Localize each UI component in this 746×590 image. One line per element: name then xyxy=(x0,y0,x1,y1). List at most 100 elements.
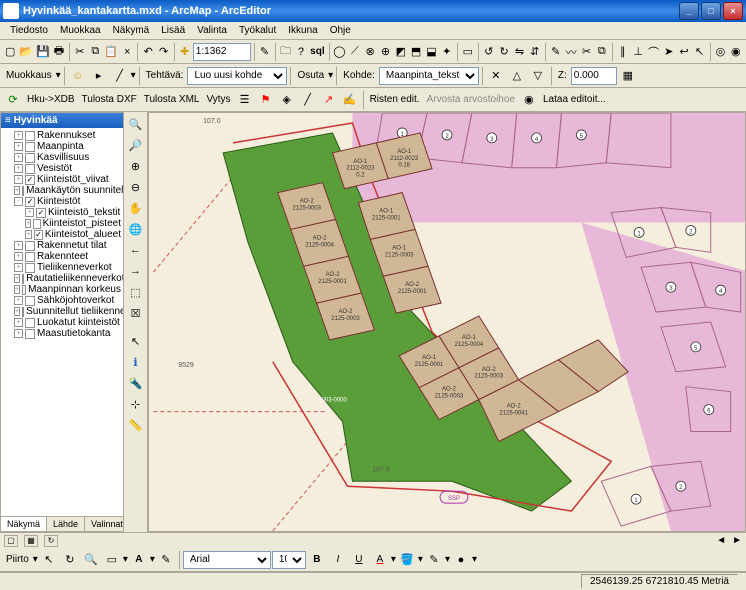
close-button[interactable]: × xyxy=(723,2,743,20)
visibility-checkbox[interactable] xyxy=(25,142,35,152)
lataa-button[interactable]: Lataa editoit... xyxy=(543,94,606,105)
visibility-checkbox[interactable] xyxy=(25,252,35,262)
tulosta-dxf-button[interactable]: Tulosta DXF xyxy=(82,94,137,105)
scale-combo[interactable] xyxy=(193,43,251,61)
expand-toggle[interactable]: + xyxy=(14,252,23,261)
redo-button[interactable]: ↷ xyxy=(156,42,170,62)
pan-icon[interactable]: ✋ xyxy=(126,198,146,218)
reshape-icon[interactable]: 〰 xyxy=(564,42,578,62)
load-icon[interactable]: ◉ xyxy=(519,90,539,110)
delete-button[interactable]: × xyxy=(120,42,134,62)
sketch-arrow-icon[interactable]: ▸ xyxy=(89,66,109,86)
toc-tab-lahde[interactable]: Lähde xyxy=(47,517,85,531)
layer-item[interactable]: +Kiinteistot_pisteet xyxy=(3,218,121,229)
dataframe-name[interactable]: Hyvinkää xyxy=(14,115,58,126)
toc-tab-nakyma[interactable]: Näkymä xyxy=(1,517,47,531)
menu-lisaa[interactable]: Lisää xyxy=(155,23,191,38)
menu-tyokalut[interactable]: Työkalut xyxy=(233,23,282,38)
trace-icon[interactable]: ⟋ xyxy=(348,42,362,62)
layer-item[interactable]: +Kasvillisuus xyxy=(3,152,121,163)
vytys-button[interactable]: Vytys xyxy=(206,94,230,105)
bold-button[interactable]: B xyxy=(307,550,327,570)
visibility-checkbox[interactable] xyxy=(25,153,35,163)
font-color-button[interactable]: A xyxy=(370,550,390,570)
menu-valinta[interactable]: Valinta xyxy=(191,23,233,38)
full-extent-icon[interactable]: 🌐 xyxy=(126,219,146,239)
fixed-zoom-out-icon[interactable]: ⊖ xyxy=(126,177,146,197)
visibility-checkbox[interactable] xyxy=(25,318,35,328)
rotate-right-icon[interactable]: ↻ xyxy=(497,42,511,62)
copy-button[interactable]: ⧉ xyxy=(88,42,102,62)
sketch-x-icon[interactable]: ✕ xyxy=(486,66,506,86)
layer-label[interactable]: Kiinteistot_alueet xyxy=(45,229,121,240)
visibility-checkbox[interactable]: ✓ xyxy=(34,230,43,240)
hkuxdb-button[interactable]: Hku->XDB xyxy=(27,94,75,105)
zoom-out-icon[interactable]: 🔎 xyxy=(126,135,146,155)
layer-label[interactable]: Luokatut kiinteistöt xyxy=(37,317,120,328)
layer-item[interactable]: +✓Kiinteistö_tekstit xyxy=(3,207,121,218)
expand-toggle[interactable]: + xyxy=(14,164,23,173)
visibility-checkbox[interactable]: ✓ xyxy=(25,197,35,207)
fixed-zoom-in-icon[interactable]: ⊕ xyxy=(126,156,146,176)
expand-toggle[interactable]: - xyxy=(14,197,23,206)
layer-label[interactable]: Kiinteistöt xyxy=(37,196,80,207)
visibility-checkbox[interactable] xyxy=(22,285,26,295)
identify-icon[interactable]: ℹ xyxy=(126,352,146,372)
clip-icon[interactable]: ◩ xyxy=(394,42,408,62)
visibility-checkbox[interactable] xyxy=(25,241,35,251)
visibility-checkbox[interactable] xyxy=(25,263,35,273)
draw-rotate-icon[interactable]: ↻ xyxy=(60,550,80,570)
menu-muokkaa[interactable]: Muokkaa xyxy=(54,23,107,38)
fill-color-button[interactable]: 🪣 xyxy=(397,550,417,570)
visibility-checkbox[interactable]: ✓ xyxy=(25,175,35,185)
visibility-checkbox[interactable] xyxy=(22,307,24,317)
split-icon[interactable]: ⬓ xyxy=(424,42,438,62)
layer-label[interactable]: Kiinteistöt_viivat xyxy=(37,174,109,185)
marker-color-button[interactable]: ● xyxy=(451,550,471,570)
layer-item[interactable]: +Maanpinta xyxy=(3,141,121,152)
rect-select-icon[interactable]: ▭ xyxy=(461,42,475,62)
layer-item[interactable]: +Rakennukset xyxy=(3,130,121,141)
visibility-checkbox[interactable] xyxy=(25,329,35,339)
menu-ikkuna[interactable]: Ikkuna xyxy=(282,23,323,38)
data-view-button[interactable]: ▢ xyxy=(4,535,18,547)
expand-toggle[interactable]: + xyxy=(25,230,32,239)
layer-item[interactable]: +Maankäytön suunnitelmat xyxy=(3,185,121,196)
expand-toggle[interactable]: + xyxy=(14,153,23,162)
find-icon[interactable]: 🔦 xyxy=(126,373,146,393)
add-data-button[interactable]: ✚ xyxy=(177,42,191,62)
expand-toggle[interactable]: + xyxy=(14,307,20,316)
expand-toggle[interactable]: + xyxy=(14,318,23,327)
explode-icon[interactable]: ✦ xyxy=(440,42,454,62)
layer-label[interactable]: Sähköjohtoverkot xyxy=(37,295,114,306)
select-elements-icon[interactable]: ↖ xyxy=(126,331,146,351)
union-icon[interactable]: ⊕ xyxy=(378,42,392,62)
draw-select-icon[interactable]: ↖ xyxy=(39,550,59,570)
paste-button[interactable]: 📋 xyxy=(103,42,119,62)
layer-item[interactable]: +Maanpinnan korkeus xyxy=(3,284,121,295)
layer-label[interactable]: Tieliikenneverkot xyxy=(37,262,112,273)
z-input[interactable] xyxy=(571,67,617,85)
stamp-icon[interactable]: ◈ xyxy=(277,90,297,110)
muokkaus-label[interactable]: Muokkaus xyxy=(6,70,52,81)
layer-label[interactable]: Kiinteistot_pisteet xyxy=(43,218,121,229)
layer-label[interactable]: Vesistöt xyxy=(37,163,72,174)
cut-poly-icon[interactable]: ✂ xyxy=(579,42,593,62)
select-features-icon[interactable]: ⬚ xyxy=(126,282,146,302)
map-view[interactable]: 1 2 3 4 5 1 2 3 4 5 6 1 xyxy=(148,112,746,532)
mirror-icon[interactable]: ⧉ xyxy=(595,42,609,62)
domain-icon[interactable]: ◎ xyxy=(713,42,727,62)
layer-item[interactable]: +Rakennteet xyxy=(3,251,121,262)
flip-h-icon[interactable]: ⇋ xyxy=(512,42,526,62)
buffer-icon[interactable]: ◯ xyxy=(332,42,346,62)
scroll-left-icon[interactable]: ◄ xyxy=(716,535,726,546)
expand-toggle[interactable]: + xyxy=(14,241,23,250)
layer-item[interactable]: +Rakennetut tilat xyxy=(3,240,121,251)
arrow-icon[interactable]: ➤ xyxy=(662,42,676,62)
merge-icon[interactable]: ⬒ xyxy=(409,42,423,62)
menu-nakyma[interactable]: Näkymä xyxy=(107,23,156,38)
map-canvas[interactable]: 1 2 3 4 5 1 2 3 4 5 6 1 xyxy=(149,113,745,531)
layer-item[interactable]: +Rautatieliikenneverkot xyxy=(3,273,121,284)
sketch-line-icon[interactable]: ╱ xyxy=(110,66,130,86)
z-options-icon[interactable]: ▦ xyxy=(618,66,638,86)
